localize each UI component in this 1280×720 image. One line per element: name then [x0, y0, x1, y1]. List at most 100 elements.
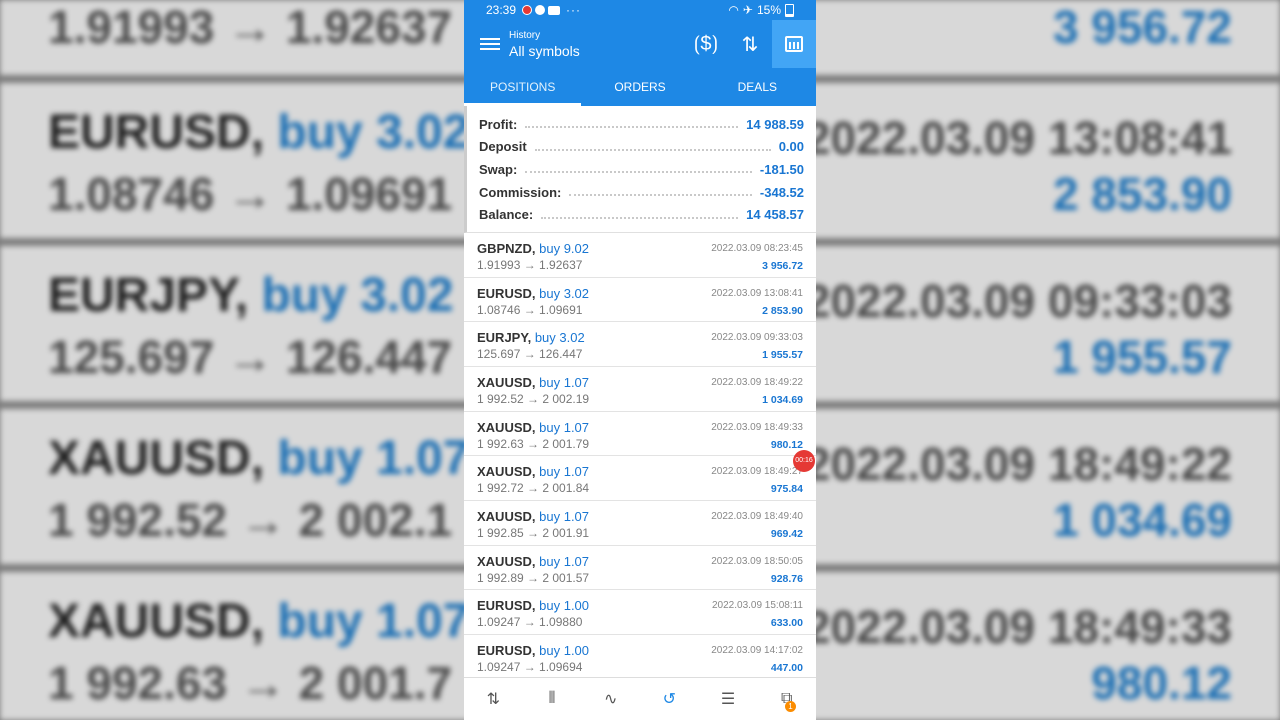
position-profit: 3 956.72: [762, 259, 803, 272]
list-item[interactable]: GBPNZD, buy 9.02 1.91993 → 1.92637 2022.…: [464, 233, 816, 278]
battery-level: 15%: [756, 3, 781, 17]
bg-prices: 1 992.63 → 2 001.7: [48, 657, 453, 709]
calendar-icon[interactable]: [772, 20, 816, 68]
position-symbol: EURUSD, buy 3.02: [477, 285, 590, 301]
summary-value: 14 988.59: [746, 116, 804, 132]
bg-prices: 1.91993 → 1.92637: [48, 1, 453, 53]
summary-label: Swap:: [479, 161, 518, 177]
position-profit: 633.00: [770, 617, 803, 630]
symbol-filter[interactable]: All symbols: [509, 43, 580, 59]
position-prices: 1.08746 → 1.09691: [477, 302, 583, 317]
position-symbol: GBPNZD, buy 9.02: [477, 240, 589, 256]
menu-icon[interactable]: [480, 35, 500, 53]
battery-icon: [785, 3, 794, 17]
position-symbol: XAUUSD, buy 1.07: [477, 553, 590, 569]
app-bar-titles[interactable]: History All symbols: [509, 30, 580, 59]
messages-nav[interactable]: ⧉ 1: [757, 678, 816, 720]
history-icon[interactable]: ↺: [640, 678, 699, 720]
position-prices: 1 992.85 → 2 001.91: [477, 526, 590, 541]
notification-badge: 1: [785, 701, 797, 712]
tab-orders[interactable]: ORDERS: [581, 68, 698, 106]
bg-prices: 1 992.52 → 2 002.1: [48, 494, 453, 546]
tab-positions[interactable]: POSITIONS: [464, 68, 582, 106]
position-symbol: EURUSD, buy 1.00: [477, 643, 590, 659]
currency-filter-icon[interactable]: ⟮$⟯: [684, 20, 728, 68]
list-item[interactable]: XAUUSD, buy 1.07 1 992.89 → 2 001.57 202…: [464, 546, 816, 591]
app-bar-actions: ⟮$⟯ ⇅: [684, 20, 816, 68]
status-time: 23:39: [486, 3, 517, 17]
bg-symbol: EURJPY, buy 3.02: [48, 269, 454, 322]
summary-value: -348.52: [759, 184, 804, 200]
position-profit: 1 034.69: [762, 394, 803, 407]
bg-profit: 1 955.57: [1052, 331, 1232, 383]
bg-profit: 980.12: [1091, 657, 1232, 709]
list-item[interactable]: XAUUSD, buy 1.07 1 992.85 → 2 001.91 202…: [464, 501, 816, 546]
recording-timer-badge[interactable]: 00:16: [793, 450, 815, 472]
phone-screen: 23:39 ··· ◠ ✈ 15% History All symbols ⟮$…: [464, 0, 816, 720]
position-profit: 1 955.57: [762, 349, 803, 362]
bg-time: 2022.03.09 18:49:33: [804, 601, 1232, 653]
bg-time: 2022.03.09 09:33:03: [804, 275, 1232, 327]
wifi-icon: ◠: [728, 3, 739, 17]
list-item[interactable]: XAUUSD, buy 1.07 1 992.52 → 2 002.19 202…: [464, 367, 816, 412]
status-right: ◠ ✈ 15%: [728, 3, 794, 17]
list-item[interactable]: EURJPY, buy 3.02 125.697 → 126.447 2022.…: [464, 322, 816, 368]
position-profit: 975.84: [770, 483, 803, 496]
summary-row-balance: Balance: 14 458.57: [479, 203, 804, 226]
journal-icon[interactable]: ☰: [699, 678, 758, 720]
app-bar: History All symbols ⟮$⟯ ⇅: [464, 20, 816, 68]
summary-value: 0.00: [778, 139, 804, 155]
airplane-icon: ✈: [742, 3, 753, 17]
list-item[interactable]: XAUUSD, buy 1.07 1 992.63 → 2 001.79 202…: [464, 412, 816, 457]
recording-icon: [522, 5, 533, 15]
quotes-icon[interactable]: ⇅: [464, 678, 523, 720]
chart-icon[interactable]: ⫴: [523, 678, 582, 720]
position-symbol: XAUUSD, buy 1.07: [477, 375, 590, 391]
sort-icon[interactable]: ⇅: [728, 20, 772, 68]
position-time: 2022.03.09 15:08:11: [711, 600, 803, 612]
summary-row-commission: Commission: -348.52: [479, 181, 804, 204]
list-item[interactable]: XAUUSD, buy 1.07 1 992.72 → 2 001.84 202…: [464, 456, 816, 502]
tab-deals[interactable]: DEALS: [699, 68, 816, 106]
position-profit: 2 853.90: [762, 304, 803, 317]
summary-label: Balance:: [479, 207, 534, 223]
position-symbol: EURJPY, buy 3.02: [477, 330, 585, 346]
bg-prices: 1.08746 → 1.09691: [48, 168, 453, 220]
position-symbol: XAUUSD, buy 1.07: [477, 464, 590, 480]
bg-symbol: XAUUSD, buy 1.07: [48, 432, 470, 485]
summary-label: Commission:: [479, 184, 562, 200]
list-item[interactable]: EURUSD, buy 1.00 1.09247 → 1.09880 2022.…: [464, 590, 816, 636]
trade-icon[interactable]: ∿: [581, 678, 640, 720]
tab-bar: POSITIONS ORDERS DEALS: [464, 68, 816, 106]
position-profit: 969.42: [770, 528, 803, 541]
position-time: 2022.03.09 09:33:03: [711, 332, 803, 344]
list-item[interactable]: EURUSD, buy 1.00 1.09247 → 1.09694 2022.…: [464, 635, 816, 680]
bg-prices: 125.697 → 126.447: [48, 331, 453, 383]
position-symbol: XAUUSD, buy 1.07: [477, 419, 590, 435]
position-time: 2022.03.09 08:23:45: [711, 242, 803, 254]
position-profit: 447.00: [770, 662, 803, 675]
position-time: 2022.03.09 14:17:02: [711, 645, 803, 657]
position-symbol: EURUSD, buy 1.00: [477, 598, 590, 614]
position-time: 2022.03.09 18:49:40: [711, 511, 803, 523]
position-prices: 1 992.63 → 2 001.79: [477, 436, 590, 451]
position-prices: 1 992.89 → 2 001.57: [477, 570, 590, 585]
position-time: 2022.03.09 18:50:05: [711, 555, 803, 567]
list-item[interactable]: EURUSD, buy 3.02 1.08746 → 1.09691 2022.…: [464, 278, 816, 323]
more-notifications-icon: ···: [566, 3, 582, 17]
position-prices: 1.91993 → 1.92637: [477, 257, 583, 272]
position-profit: 980.12: [770, 438, 803, 451]
app-notification-icon: [535, 5, 546, 15]
summary-panel: Profit: 14 988.59 Deposit 0.00 Swap: -18…: [464, 106, 816, 233]
position-prices: 125.697 → 126.447: [477, 347, 583, 362]
summary-label: Profit:: [479, 116, 518, 132]
summary-row-swap: Swap: -181.50: [479, 158, 804, 181]
position-time: 2022.03.09 13:08:41: [711, 287, 803, 299]
position-prices: 1.09247 → 1.09694: [477, 660, 583, 675]
positions-list: GBPNZD, buy 9.02 1.91993 → 1.92637 2022.…: [464, 233, 816, 680]
position-prices: 1 992.72 → 2 001.84: [477, 481, 590, 496]
youtube-icon: [548, 5, 561, 15]
position-prices: 1.09247 → 1.09880: [477, 615, 583, 630]
summary-value: -181.50: [759, 161, 804, 177]
summary-value: 14 458.57: [746, 207, 804, 223]
